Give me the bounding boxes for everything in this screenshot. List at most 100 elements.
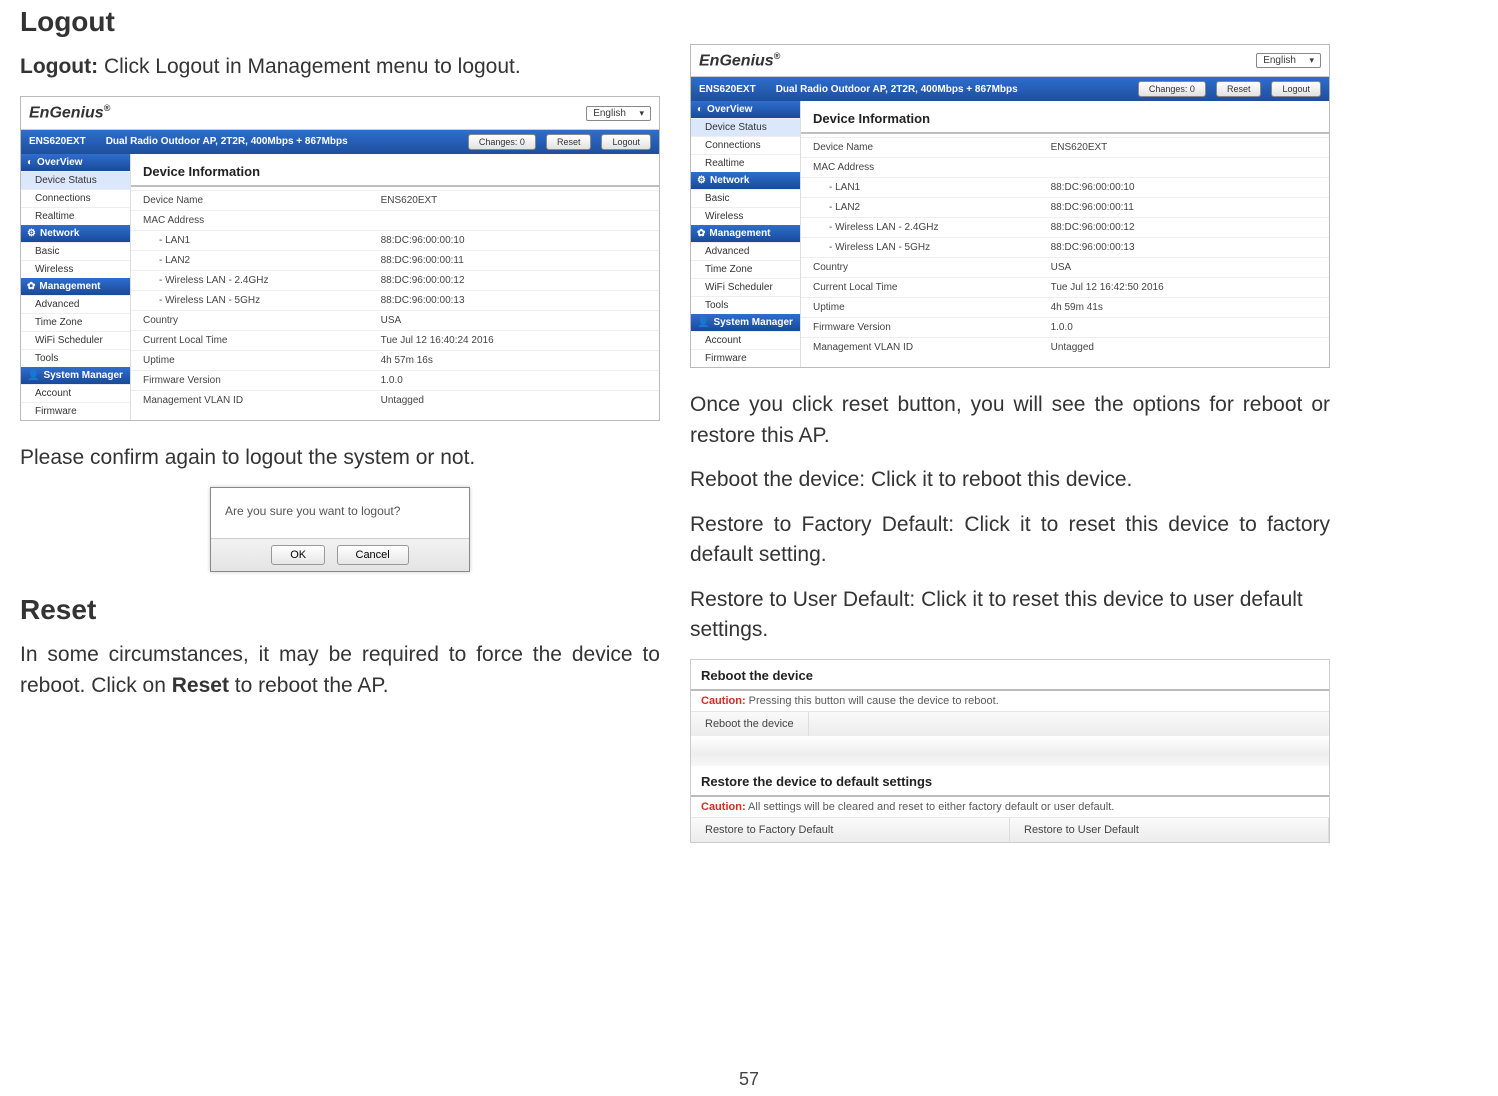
logout-confirm-dialog: Are you sure you want to logout? OK Canc… [210, 487, 470, 572]
table-row: MAC Address [131, 210, 659, 230]
info-key: - LAN2 [801, 198, 1039, 218]
restore-factory-button[interactable]: Restore to Factory Default [691, 818, 1010, 842]
sidebar-item-tools[interactable]: Tools [21, 349, 130, 367]
sidebar-item-wifi-scheduler[interactable]: WiFi Scheduler [21, 331, 130, 349]
sidebar-item-timezone[interactable]: Time Zone [691, 260, 800, 278]
caution-text-1: Pressing this button will cause the devi… [746, 695, 999, 707]
sidebar-item-basic[interactable]: Basic [691, 189, 800, 207]
sidebar-head-management[interactable]: ✿Management [691, 225, 800, 242]
left-column: Logout Logout: Click Logout in Managemen… [20, 0, 660, 843]
info-key: Management VLAN ID [801, 338, 1039, 358]
sidebar-item-timezone[interactable]: Time Zone [21, 313, 130, 331]
caution-label: Caution: [701, 695, 746, 707]
info-key: - Wireless LAN - 2.4GHz [131, 270, 369, 290]
info-key: - Wireless LAN - 5GHz [801, 238, 1039, 258]
info-value: 1.0.0 [369, 370, 659, 390]
table-row: CountryUSA [801, 258, 1329, 278]
sidebar-item-account[interactable]: Account [21, 384, 130, 402]
info-key: Firmware Version [801, 318, 1039, 338]
changes-button[interactable]: Changes: 0 [468, 134, 536, 150]
sidebar: ◐OverView Device Status Connections Real… [691, 101, 801, 367]
sidebar-item-wireless[interactable]: Wireless [21, 260, 130, 278]
ok-button[interactable]: OK [271, 545, 325, 565]
sidebar-item-advanced[interactable]: Advanced [691, 242, 800, 260]
model-label: ENS620EXT [29, 136, 96, 147]
sidebar-head-management[interactable]: ✿Management [21, 278, 130, 295]
info-key: - Wireless LAN - 5GHz [131, 290, 369, 310]
sidebar-item-basic[interactable]: Basic [21, 242, 130, 260]
router-screenshot-1: EnGenius® English ENS620EXT Dual Radio O… [20, 96, 660, 420]
info-value: ENS620EXT [1039, 138, 1329, 158]
table-row: Firmware Version1.0.0 [131, 370, 659, 390]
info-value: Untagged [1039, 338, 1329, 358]
sidebar-item-firmware[interactable]: Firmware [21, 402, 130, 420]
reset-paragraph: In some circumstances, it may be require… [20, 640, 660, 701]
info-key: Uptime [801, 298, 1039, 318]
logout-button[interactable]: Logout [601, 134, 651, 150]
sidebar-item-device-status[interactable]: Device Status [691, 118, 800, 136]
brand-logo: EnGenius® [29, 103, 110, 122]
reset-button[interactable]: Reset [1216, 81, 1262, 97]
sidebar: ◐OverView Device Status Connections Real… [21, 154, 131, 420]
sidebar-item-tools[interactable]: Tools [691, 296, 800, 314]
sidebar-item-advanced[interactable]: Advanced [21, 295, 130, 313]
table-row: - LAN288:DC:96:00:00:11 [131, 250, 659, 270]
sidebar-head-overview[interactable]: ◐OverView [21, 154, 130, 171]
table-row: - Wireless LAN - 5GHz88:DC:96:00:00:13 [801, 238, 1329, 258]
sidebar-item-connections[interactable]: Connections [691, 136, 800, 154]
changes-button[interactable]: Changes: 0 [1138, 81, 1206, 97]
heading-reset: Reset [20, 594, 660, 626]
sidebar-item-wireless[interactable]: Wireless [691, 207, 800, 225]
right-p4: Restore to User Default: Click it to res… [690, 585, 1330, 646]
restore-user-button[interactable]: Restore to User Default [1010, 818, 1329, 842]
table-row: Current Local TimeTue Jul 12 16:40:24 20… [131, 330, 659, 350]
table-row: CountryUSA [131, 310, 659, 330]
sidebar-item-account[interactable]: Account [691, 331, 800, 349]
table-row: - Wireless LAN - 5GHz88:DC:96:00:00:13 [131, 290, 659, 310]
sidebar-head-network[interactable]: ⚙Network [21, 225, 130, 242]
sidebar-head-overview[interactable]: ◐OverView [691, 101, 800, 118]
sidebar-head-network[interactable]: ⚙Network [691, 172, 800, 189]
sidebar-item-realtime[interactable]: Realtime [691, 154, 800, 172]
reboot-device-button[interactable]: Reboot the device [691, 712, 809, 736]
info-key: - LAN1 [801, 178, 1039, 198]
router-header-bar: ENS620EXT Dual Radio Outdoor AP, 2T2R, 4… [21, 130, 659, 154]
info-value: 88:DC:96:00:00:12 [1039, 218, 1329, 238]
info-value: Tue Jul 12 16:42:50 2016 [1039, 278, 1329, 298]
sidebar-head-system-manager[interactable]: 👤System Manager [21, 367, 130, 384]
info-value: 1.0.0 [1039, 318, 1329, 338]
sidebar-item-wifi-scheduler[interactable]: WiFi Scheduler [691, 278, 800, 296]
router-header-bar: ENS620EXT Dual Radio Outdoor AP, 2T2R, 4… [691, 77, 1329, 101]
sidebar-item-connections[interactable]: Connections [21, 189, 130, 207]
sidebar-item-firmware[interactable]: Firmware [691, 349, 800, 367]
reboot-heading: Reboot the device [691, 660, 1329, 691]
spacer [691, 736, 1329, 766]
info-value: 88:DC:96:00:00:11 [369, 250, 659, 270]
restore-button-row: Restore to Factory Default Restore to Us… [691, 818, 1329, 842]
info-key: Current Local Time [801, 278, 1039, 298]
logout-intro-bold: Logout: [20, 55, 98, 78]
cancel-button[interactable]: Cancel [337, 545, 409, 565]
logout-button[interactable]: Logout [1271, 81, 1321, 97]
heading-logout: Logout [20, 6, 660, 38]
share-icon: ⚙ [27, 228, 36, 239]
info-key: Country [131, 310, 369, 330]
router-topbar: EnGenius® English [691, 45, 1329, 77]
language-select[interactable]: English [586, 106, 651, 121]
info-value: Tue Jul 12 16:40:24 2016 [369, 330, 659, 350]
model-label: ENS620EXT [699, 84, 766, 95]
table-row: Firmware Version1.0.0 [801, 318, 1329, 338]
info-value: USA [369, 310, 659, 330]
info-value: 4h 59m 41s [1039, 298, 1329, 318]
gear-icon: ✿ [27, 281, 35, 292]
person-icon: 👤 [697, 317, 709, 328]
language-select[interactable]: English [1256, 53, 1321, 68]
reset-button[interactable]: Reset [546, 134, 592, 150]
dialog-buttons: OK Cancel [211, 538, 469, 571]
logout-intro: Logout: Click Logout in Management menu … [20, 52, 660, 82]
info-value [1039, 158, 1329, 178]
sidebar-item-device-status[interactable]: Device Status [21, 171, 130, 189]
sidebar-item-realtime[interactable]: Realtime [21, 207, 130, 225]
confirm-text: Please confirm again to logout the syste… [20, 443, 660, 473]
sidebar-head-system-manager[interactable]: 👤System Manager [691, 314, 800, 331]
